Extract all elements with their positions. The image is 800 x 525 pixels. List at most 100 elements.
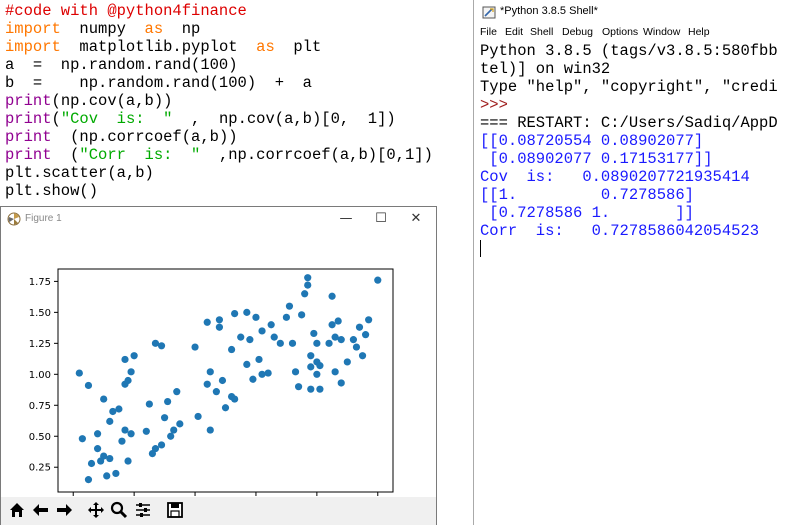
- scatter-point: [170, 426, 178, 434]
- scatter-point: [331, 368, 339, 376]
- code-token: matplotlib.pyplot: [60, 38, 257, 56]
- scatter-point: [231, 395, 239, 403]
- scatter-point: [246, 336, 254, 344]
- scatter-point: [151, 445, 160, 453]
- scatter-point: [337, 336, 345, 344]
- scatter-point: [124, 457, 132, 465]
- code-line[interactable]: print(np.cov(a,b)): [5, 92, 172, 110]
- back-arrow-icon: [33, 504, 48, 516]
- scatter-point: [118, 437, 126, 445]
- figure-window[interactable]: Figure 1 — ☐ ✕ 0.00.20.40.60.81.0 0.250.…: [0, 206, 437, 525]
- scatter-point: [221, 404, 230, 412]
- scatter-point: [304, 281, 312, 289]
- menu-item-help[interactable]: Help: [688, 26, 710, 38]
- code-token: (: [51, 110, 61, 128]
- scatter-point: [124, 376, 132, 385]
- scatter-point: [285, 302, 294, 310]
- python-feather-icon: [482, 6, 496, 19]
- code-token: (np.cov(a,b)): [51, 92, 173, 110]
- scatter-point: [298, 311, 306, 319]
- scatter-point: [325, 339, 333, 347]
- maximize-button[interactable]: ☐: [366, 209, 396, 229]
- scatter-point: [194, 412, 202, 421]
- scatter-point: [127, 430, 135, 438]
- scatter-point: [361, 331, 370, 339]
- y-tick-label: 0.25: [29, 463, 51, 474]
- subplots-button[interactable]: [133, 500, 153, 520]
- code-line[interactable]: import matplotlib.pyplot as plt: [5, 38, 321, 56]
- scatter-point: [130, 352, 138, 360]
- scatter-point: [145, 400, 153, 408]
- menu-item-window[interactable]: Window: [643, 26, 680, 38]
- scatter-point: [313, 370, 321, 378]
- scatter-point: [103, 472, 111, 480]
- scatter-point: [282, 313, 291, 321]
- code-line[interactable]: #code with @python4finance: [5, 2, 247, 20]
- scatter-point: [307, 385, 315, 393]
- scatter-point: [337, 379, 345, 387]
- shell-line: >>>: [480, 96, 508, 114]
- matplotlib-logo-icon: [7, 212, 21, 226]
- zoom-button[interactable]: [109, 500, 129, 520]
- scatter-point: [84, 476, 93, 484]
- code-token: numpy: [60, 20, 145, 38]
- code-token: as: [256, 38, 275, 56]
- home-button[interactable]: [7, 500, 27, 520]
- code-token: print: [5, 128, 52, 146]
- code-token: , np.cov(a,b)[0, 1]): [172, 110, 396, 128]
- figure-titlebar[interactable]: Figure 1 — ☐ ✕: [1, 207, 436, 231]
- menu-item-edit[interactable]: Edit: [505, 26, 523, 38]
- y-tick-label: 1.50: [29, 308, 51, 319]
- code-line[interactable]: print (np.corrcoef(a,b)): [5, 128, 238, 146]
- scatter-point: [291, 368, 300, 376]
- scatter-point: [358, 352, 367, 360]
- code-line[interactable]: plt.show(): [5, 182, 98, 200]
- code-token: (: [51, 146, 80, 164]
- y-axis: 0.25 0.50 0.75 1.00 1.25 1.50 1.75: [29, 277, 58, 474]
- scatter-point: [255, 355, 263, 364]
- scatter-point: [100, 395, 108, 403]
- pan-button[interactable]: [86, 500, 106, 520]
- code-line[interactable]: print("Cov is: " , np.cov(a,b)[0, 1]): [5, 110, 396, 128]
- code-token: a = np.random.rand(100): [5, 56, 238, 74]
- forward-button[interactable]: [54, 500, 74, 520]
- code-line[interactable]: import numpy as np: [5, 20, 200, 38]
- scatter-point: [115, 405, 123, 413]
- menu-item-debug[interactable]: Debug: [562, 26, 593, 38]
- scatter-point: [215, 323, 224, 331]
- code-editor[interactable]: #code with @python4finance import numpy a…: [0, 0, 472, 210]
- code-line[interactable]: a = np.random.rand(100): [5, 56, 238, 74]
- menu-item-options[interactable]: Options: [602, 26, 638, 38]
- minimize-button[interactable]: —: [331, 209, 361, 229]
- shell-line: Cov is: 0.0890207721935414: [480, 168, 750, 186]
- code-token: import: [5, 20, 61, 38]
- shell-line: [0.7278586 1. ]]: [480, 204, 694, 222]
- shell-titlebar[interactable]: *Python 3.8.5 Shell*: [474, 0, 800, 24]
- save-button[interactable]: [165, 500, 185, 520]
- code-line[interactable]: print ("Corr is: " ,np.corrcoef(a,b)[0,1…: [5, 146, 433, 164]
- scatter-point: [218, 376, 227, 385]
- code-line[interactable]: plt.scatter(a,b): [5, 164, 154, 182]
- code-line[interactable]: b = np.random.rand(100) + a: [5, 74, 312, 92]
- scatter-point: [334, 317, 342, 325]
- scatter-point: [316, 362, 324, 370]
- code-token: np: [163, 20, 201, 38]
- scatter-point: [206, 426, 214, 434]
- code-token: as: [144, 20, 164, 38]
- close-button[interactable]: ✕: [401, 209, 431, 229]
- scatter-point: [328, 321, 336, 329]
- code-token: print: [5, 146, 52, 164]
- scatter-point: [112, 469, 120, 478]
- menu-item-file[interactable]: File: [480, 26, 497, 38]
- scatter-point: [176, 420, 184, 428]
- menu-item-shell[interactable]: Shell: [530, 26, 553, 38]
- back-button[interactable]: [31, 500, 51, 520]
- python-shell-window[interactable]: *Python 3.8.5 Shell* File Edit Shell Debug O…: [473, 0, 800, 525]
- scatter-point: [374, 276, 382, 284]
- shell-menubar: File Edit Shell Debug Options Window Help: [474, 25, 800, 42]
- scatter-point: [249, 375, 257, 383]
- scatter-point: [304, 274, 312, 282]
- shell-line: Python 3.8.5 (tags/v3.8.5:580fbb: [480, 42, 778, 60]
- scatter-point: [203, 318, 211, 326]
- code-token: plt.show(): [5, 182, 99, 200]
